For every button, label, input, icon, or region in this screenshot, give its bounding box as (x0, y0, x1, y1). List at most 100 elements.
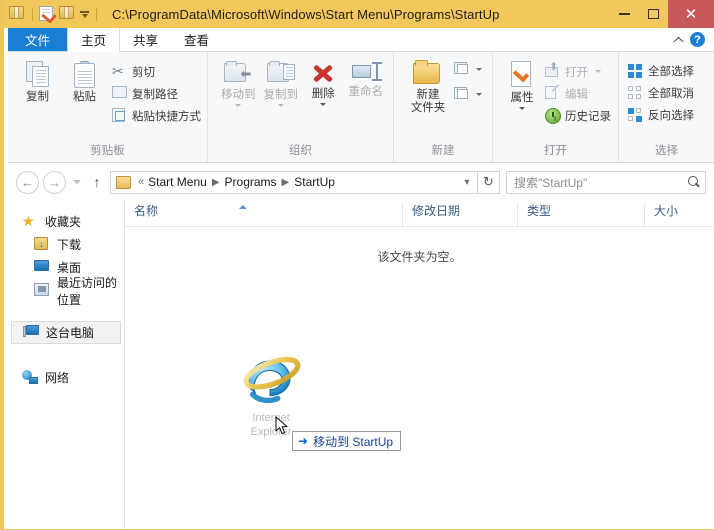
tab-view[interactable]: 查看 (171, 28, 223, 51)
sidebar-item-downloads[interactable]: 下载 (8, 233, 124, 256)
sidebar-item-recent-places[interactable]: 最近访问的位置 (8, 276, 124, 307)
delete-caret-icon[interactable] (320, 103, 327, 106)
back-button[interactable]: ← (16, 170, 39, 194)
sidebar-label-favorites: 收藏夹 (45, 215, 82, 229)
main-content: ★ 收藏夹 下载 桌面 最近访问的位置 这台电脑 (8, 201, 714, 529)
forward-button[interactable]: → (43, 170, 66, 194)
copy-button-label: 复制 (26, 91, 49, 103)
ribbon-group-label-open: 打开 (544, 145, 567, 157)
breadcrumb-item-start-menu[interactable]: Start Menu (148, 175, 207, 189)
qat-customize-caret-icon[interactable] (79, 6, 90, 23)
search-box[interactable]: 搜索"StartUp" (506, 170, 706, 194)
copy-to-button[interactable]: 复制到 (260, 57, 303, 107)
qat-folder-icon[interactable] (9, 5, 26, 23)
column-header-row: 名称 修改日期 类型 大小 (125, 201, 714, 227)
sidebar-label-downloads: 下载 (57, 238, 82, 252)
collapse-ribbon-icon[interactable] (673, 35, 682, 44)
select-all-label: 全部选择 (648, 65, 694, 78)
new-item-icon (454, 62, 469, 77)
move-to-caret-icon[interactable] (235, 104, 242, 107)
new-item-caret-icon[interactable] (476, 68, 482, 71)
drag-ghost-label-line1: Internet (252, 412, 290, 424)
sidebar-item-this-pc[interactable]: 这台电脑 (11, 321, 121, 344)
sidebar-item-favorites[interactable]: ★ 收藏夹 (8, 210, 124, 233)
ribbon-group-open: 属性 ⬆ 打开 编辑 历史记录 打开 (493, 52, 619, 162)
internet-explorer-icon (240, 349, 302, 411)
history-button[interactable]: 历史记录 (545, 106, 611, 125)
paste-button-label: 粘贴 (73, 91, 96, 103)
sidebar-item-network[interactable]: 网络 (8, 366, 124, 389)
breadcrumb-sep-1[interactable]: ▶ (212, 177, 220, 188)
open-button[interactable]: ⬆ 打开 (545, 62, 611, 81)
delete-button[interactable]: 删除 (302, 57, 345, 106)
copy-path-button[interactable]: 复制路径 (112, 84, 201, 103)
address-dropdown-icon[interactable]: ▾ (459, 172, 475, 193)
history-icon (545, 108, 561, 124)
paste-icon (73, 61, 96, 88)
up-button[interactable]: ↑ (87, 171, 107, 193)
move-to-button-label: 移动到 (221, 89, 256, 101)
tab-home[interactable]: 主页 (67, 28, 121, 52)
close-button[interactable]: ✕ (668, 0, 714, 28)
new-folder-button[interactable]: 新建 文件夹 (404, 57, 452, 115)
open-caret-icon[interactable] (595, 70, 601, 73)
copy-button[interactable]: 复制 (14, 57, 61, 104)
properties-caret-icon[interactable] (519, 107, 525, 110)
invert-selection-button[interactable]: 反向选择 (628, 105, 694, 124)
refresh-button[interactable]: ↻ (478, 170, 500, 194)
breadcrumb-item-programs[interactable]: Programs (225, 175, 277, 189)
drag-drop-tooltip-text: 移动到 StartUp (313, 434, 394, 449)
copy-to-icon (266, 61, 295, 86)
column-label-date-modified: 修改日期 (412, 204, 461, 218)
ribbon-group-label-organize: 组织 (289, 145, 312, 157)
qat-properties-icon[interactable] (39, 5, 56, 23)
breadcrumb-bar[interactable]: « Start Menu ▶ Programs ▶ StartUp ▾ (110, 170, 478, 194)
help-icon[interactable]: ? (690, 32, 705, 47)
minimize-button[interactable] (610, 0, 639, 28)
copy-icon (25, 61, 50, 88)
new-item-button[interactable] (454, 60, 482, 79)
select-none-button[interactable]: 全部取消 (628, 83, 694, 102)
tab-file[interactable]: 文件 (8, 28, 68, 51)
move-to-button[interactable]: ⬅ 移动到 (217, 57, 260, 107)
file-list-pane[interactable]: 名称 修改日期 类型 大小 该文件夹为空。 Internet Explorer … (125, 201, 714, 529)
maximize-button[interactable] (639, 0, 668, 28)
breadcrumb-sep-2[interactable]: ▶ (282, 177, 290, 188)
scissors-icon: ✂ (112, 63, 124, 79)
drag-cursor-icon (275, 416, 289, 436)
copy-to-caret-icon[interactable] (277, 104, 284, 107)
tab-share[interactable]: 共享 (120, 28, 172, 51)
qat-separator (32, 7, 33, 21)
copy-path-icon (112, 86, 127, 101)
edit-button[interactable]: 编辑 (545, 84, 611, 103)
cut-button-label: 剪切 (132, 66, 155, 79)
navigation-pane: ★ 收藏夹 下载 桌面 最近访问的位置 这台电脑 (8, 201, 125, 529)
ribbon-group-clipboard: 复制 粘贴 ✂ 剪切 复制路径 粘贴快捷方式 剪贴板 (8, 52, 208, 162)
move-arrow-icon: ➜ (298, 434, 309, 448)
delete-icon (310, 61, 336, 85)
column-header-date-modified[interactable]: 修改日期 (402, 202, 517, 226)
column-header-size[interactable]: 大小 (644, 202, 714, 226)
file-explorer-window: C:\ProgramData\Microsoft\Windows\Start M… (0, 0, 714, 530)
sidebar-label-this-pc: 这台电脑 (46, 326, 95, 340)
column-header-name[interactable]: 名称 (125, 202, 402, 226)
breadcrumb-overflow-icon[interactable]: « (138, 176, 144, 188)
easy-access-caret-icon[interactable] (476, 93, 482, 96)
search-icon[interactable] (688, 175, 701, 189)
ribbon-group-label-new: 新建 (431, 145, 455, 157)
cut-button[interactable]: ✂ 剪切 (112, 62, 201, 81)
properties-button[interactable]: 属性 (501, 57, 543, 110)
address-bar: ← → ↑ « Start Menu ▶ Programs ▶ StartUp … (8, 163, 714, 201)
breadcrumb-item-startup[interactable]: StartUp (294, 175, 335, 189)
star-icon: ★ (22, 212, 35, 229)
select-all-button[interactable]: 全部选择 (628, 61, 694, 80)
rename-button[interactable]: 重命名 (345, 57, 388, 99)
open-icon: ⬆ (545, 62, 560, 79)
paste-button[interactable]: 粘贴 (61, 57, 108, 104)
recent-locations-button[interactable] (70, 172, 84, 192)
qat-new-folder-icon[interactable] (59, 5, 76, 23)
easy-access-button[interactable] (454, 85, 482, 104)
search-input[interactable]: 搜索"StartUp" (514, 174, 688, 191)
column-header-type[interactable]: 类型 (517, 202, 644, 226)
paste-shortcut-button[interactable]: 粘贴快捷方式 (112, 106, 201, 125)
